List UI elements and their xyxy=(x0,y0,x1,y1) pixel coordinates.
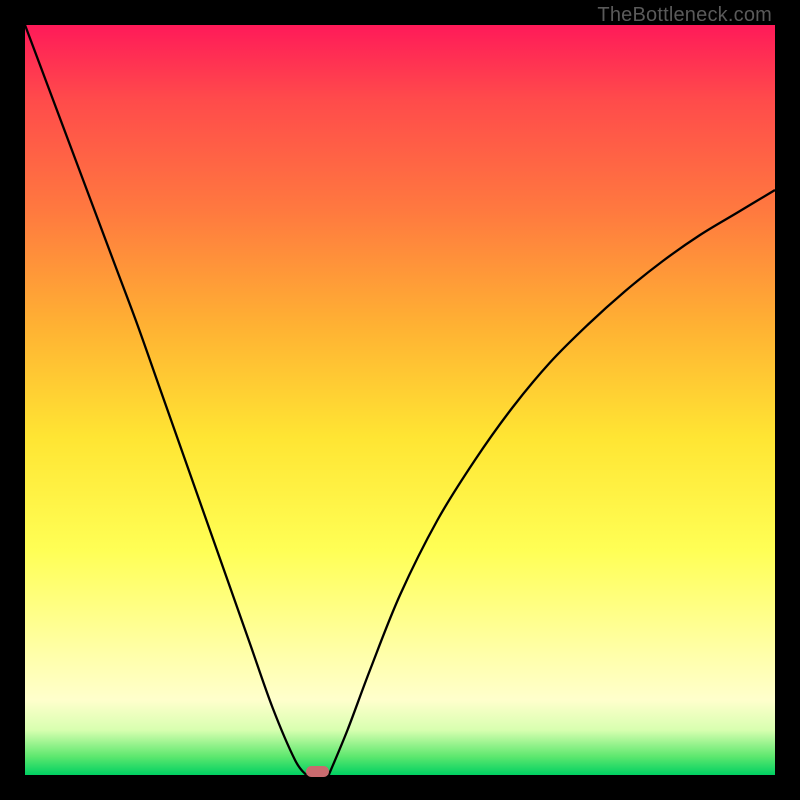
curve-right-branch xyxy=(329,190,775,775)
attribution-text: TheBottleneck.com xyxy=(597,4,772,27)
curve-left-branch xyxy=(25,25,306,775)
optimal-marker xyxy=(306,766,329,777)
bottleneck-curve xyxy=(25,25,775,775)
chart-frame: TheBottleneck.com xyxy=(0,0,800,800)
plot-area xyxy=(25,25,775,775)
